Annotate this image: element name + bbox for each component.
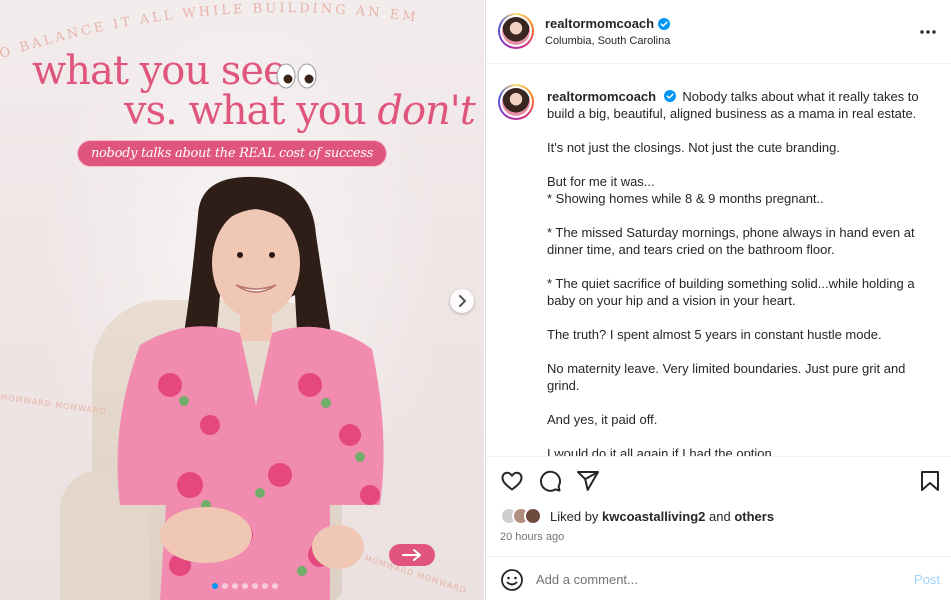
title-accent: don't [377,88,476,134]
caption: realtormomcoach Nobody talks about what … [547,88,933,456]
liked-by-others[interactable]: others [734,509,774,524]
comment-input[interactable] [536,569,876,589]
bookmark-icon[interactable] [918,469,942,493]
liked-avatars [500,507,542,525]
chevron-right-icon [459,295,467,307]
carousel-dot [222,583,228,589]
caption-paragraph: * The missed Saturday mornings, phone al… [547,225,915,257]
post-comment-button[interactable]: Post [914,572,940,587]
location-link[interactable]: Columbia, South Carolina [545,35,670,47]
avatar[interactable] [498,13,534,49]
post-actions: Liked by kwcoastalliving2 and others 20 … [486,456,951,556]
caption-paragraph: * The quiet sacrifice of building someth… [547,276,915,308]
carousel-dot [242,583,248,589]
carousel-next-button[interactable] [450,289,474,313]
caption-paragraph: But for me it was... * Showing homes whi… [547,174,824,206]
caption-paragraph: I would do it all again if I had the opt… [547,446,776,456]
caption-intro-paragraph: realtormomcoach Nobody talks about what … [547,88,933,122]
carousel-dot [262,583,268,589]
caption-paragraph: And yes, it paid off. [547,412,658,427]
post-details-panel: realtormomcoach Columbia, South Carolina… [485,0,951,600]
share-icon[interactable] [576,469,600,493]
post-media[interactable]: TO BALANCE IT ALL WHILE BUILDING AN EMPI… [0,0,484,600]
title-vs-what-you-dont: vs. what you don't [124,88,476,134]
caption-paragraph: The truth? I spent almost 5 years in con… [547,327,882,342]
verified-icon [663,90,676,102]
heart-icon[interactable] [500,469,524,493]
avatar [524,507,542,525]
liked-by-prefix: Liked by [550,508,599,524]
caption-username[interactable]: realtormomcoach [547,89,656,104]
caption-paragraph: It's not just the closings. Not just the… [547,140,840,155]
caption-scroll-area[interactable]: realtormomcoach Nobody talks about what … [486,64,951,456]
comment-bar: Post [486,556,951,600]
subtitle-pill: nobody talks about the REAL cost of succ… [77,140,387,167]
person-photo [117,176,384,600]
title-plain: vs. what you [124,88,378,134]
carousel-dot [232,583,238,589]
graphic-arrow [389,544,435,566]
comment-icon[interactable] [538,469,562,493]
liked-by-joiner: and [709,508,731,524]
timestamp[interactable]: 20 hours ago [500,531,564,543]
carousel-dots [212,583,278,589]
more-icon[interactable] [916,22,940,42]
caption-avatar[interactable] [498,84,534,120]
carousel-dot [252,583,258,589]
header-username-row: realtormomcoach [545,16,671,31]
emoji-icon[interactable] [500,568,524,592]
header-username[interactable]: realtormomcoach [545,16,654,31]
arrow-right-icon [402,549,421,561]
carousel-dot [272,583,278,589]
post-header: realtormomcoach Columbia, South Carolina [486,0,951,64]
eyes-emoji-icon [276,63,317,89]
caption-paragraph: No maternity leave. Very limited boundar… [547,361,906,393]
liked-by-user[interactable]: kwcoastalliving2 [602,509,705,524]
carousel-dot [212,583,218,589]
verified-icon [658,17,671,30]
liked-by-row: Liked by kwcoastalliving2 and others [500,507,774,525]
